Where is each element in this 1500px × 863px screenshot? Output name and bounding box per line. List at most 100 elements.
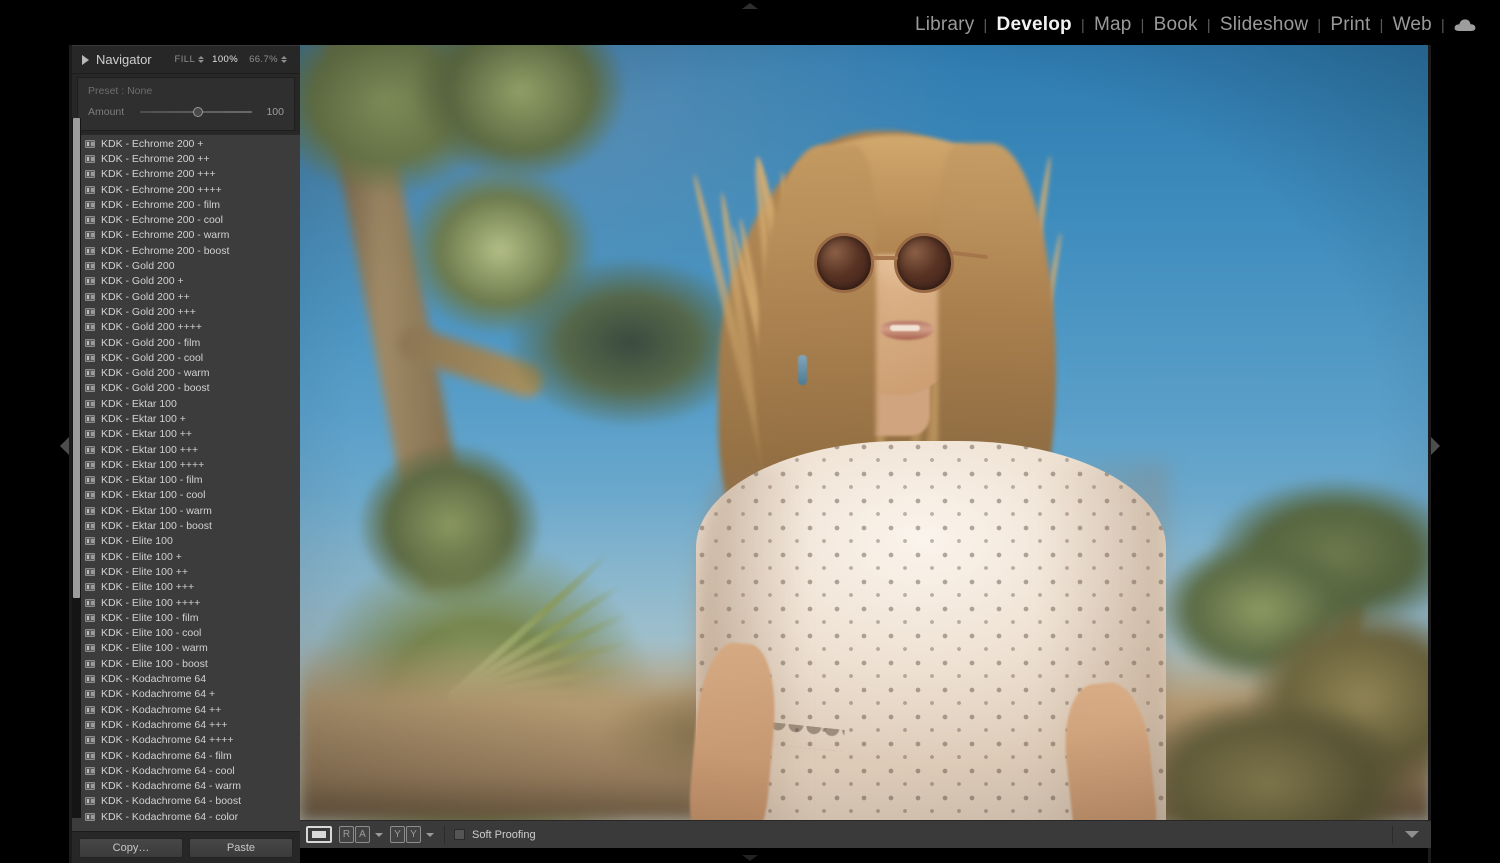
preset-item[interactable]: KDK - Elite 100 ++++ <box>72 595 300 610</box>
preset-item[interactable]: KDK - Kodachrome 64 +++ <box>72 717 300 732</box>
preset-item[interactable]: KDK - Echrome 200 - boost <box>72 243 300 258</box>
soft-proofing-label[interactable]: Soft Proofing <box>472 829 536 841</box>
preset-item[interactable]: KDK - Ektar 100 <box>72 396 300 411</box>
preset-item[interactable]: KDK - Gold 200 + <box>72 274 300 289</box>
preset-item-label: KDK - Echrome 200 +++ <box>101 168 216 180</box>
scrollbar-thumb[interactable] <box>73 118 80 598</box>
preset-item[interactable]: KDK - Echrome 200 - cool <box>72 212 300 227</box>
preset-item[interactable]: KDK - Kodachrome 64 + <box>72 687 300 702</box>
preset-item[interactable]: KDK - Echrome 200 + <box>72 136 300 151</box>
compare-view-icon: Y Y <box>390 826 421 843</box>
preset-item[interactable]: KDK - Kodachrome 64 - warm <box>72 778 300 793</box>
preset-item[interactable]: KDK - Kodachrome 64 - color <box>72 809 300 824</box>
preset-item[interactable]: KDK - Echrome 200 - warm <box>72 228 300 243</box>
before-after-caret-icon[interactable] <box>375 833 383 837</box>
preset-thumbnail-icon <box>85 461 95 469</box>
preset-item[interactable]: KDK - Echrome 200 ++ <box>72 151 300 166</box>
chevron-down-icon[interactable] <box>1405 831 1419 838</box>
module-print[interactable]: Print <box>1321 14 1379 36</box>
preset-item[interactable]: KDK - Ektar 100 ++++ <box>72 457 300 472</box>
preset-item[interactable]: KDK - Ektar 100 + <box>72 411 300 426</box>
preset-item[interactable]: KDK - Elite 100 <box>72 534 300 549</box>
amount-slider-knob[interactable] <box>193 107 203 117</box>
bottom-panel-toggle[interactable] <box>742 855 758 861</box>
module-library[interactable]: Library <box>906 14 983 36</box>
preset-item-label: KDK - Elite 100 - cool <box>101 627 201 639</box>
preset-item[interactable]: KDK - Elite 100 - boost <box>72 656 300 671</box>
preset-list-scroll: KDK - Echrome 200 +KDK - Echrome 200 ++ K… <box>72 135 300 824</box>
preset-preview-panel: Preset : None Amount 100 <box>77 77 295 131</box>
compare-view-caret-icon[interactable] <box>426 833 434 837</box>
preset-thumbnail-icon <box>85 262 95 270</box>
right-panel-collapse-arrow[interactable] <box>1431 437 1440 455</box>
preset-item[interactable]: KDK - Ektar 100 - warm <box>72 503 300 518</box>
compare-view-button[interactable]: Y Y <box>390 826 424 844</box>
preset-thumbnail-icon <box>85 507 95 515</box>
preset-item[interactable]: KDK - Elite 100 - warm <box>72 641 300 656</box>
preset-list[interactable]: KDK - Echrome 200 +KDK - Echrome 200 ++ K… <box>72 134 300 831</box>
zoom-fill-label[interactable]: FILL <box>175 54 196 65</box>
preset-item[interactable]: KDK - Gold 200 - film <box>72 335 300 350</box>
preset-item-label: KDK - Gold 200 + <box>101 275 184 287</box>
preset-item[interactable]: KDK - Gold 200 ++++ <box>72 320 300 335</box>
preset-item[interactable]: KDK - Ektar 100 - cool <box>72 488 300 503</box>
preset-item[interactable]: KDK - Kodachrome 64 <box>72 671 300 686</box>
preset-item[interactable]: KDK - Elite 100 - cool <box>72 626 300 641</box>
soft-proofing-checkbox[interactable] <box>454 829 465 840</box>
module-web[interactable]: Web <box>1384 14 1441 36</box>
preset-item[interactable]: KDK - Kodachrome 64 - cool <box>72 763 300 778</box>
preset-item[interactable]: KDK - Elite 100 - film <box>72 610 300 625</box>
preset-item[interactable]: KDK - Gold 200 - boost <box>72 381 300 396</box>
preset-thumbnail-icon <box>85 675 95 683</box>
module-book[interactable]: Book <box>1145 14 1207 36</box>
preset-item[interactable]: KDK - Kodachrome 64 - boost <box>72 794 300 809</box>
triangle-right-icon[interactable] <box>82 55 89 65</box>
preset-item[interactable]: KDK - Gold 200 - cool <box>72 350 300 365</box>
amount-value[interactable]: 100 <box>258 106 284 118</box>
module-map[interactable]: Map <box>1085 14 1141 36</box>
preset-item[interactable]: KDK - Elite 100 +++ <box>72 580 300 595</box>
navigator-header[interactable]: Navigator FILL 100% 66.7% <box>72 46 300 74</box>
zoom-ratio-label[interactable]: 66.7% <box>249 54 278 65</box>
preset-thumbnail-icon <box>85 155 95 163</box>
preset-item[interactable]: KDK - Echrome 200 ++++ <box>72 182 300 197</box>
image-preview-stage[interactable] <box>300 45 1431 820</box>
preset-item[interactable]: KDK - Gold 200 ++ <box>72 289 300 304</box>
zoom-fill-stepper-icon[interactable] <box>198 56 204 63</box>
preset-item[interactable]: KDK - Echrome 200 - film <box>72 197 300 212</box>
preset-item[interactable]: KDK - Elite 100 ++ <box>72 564 300 579</box>
preset-item[interactable]: KDK - Kodachrome 64 - film <box>72 748 300 763</box>
preset-item[interactable]: KDK - Kodachrome 64 ++ <box>72 702 300 717</box>
preset-item[interactable]: KDK - Kodachrome 64 ++++ <box>72 733 300 748</box>
navigator-title: Navigator <box>96 52 175 67</box>
preset-thumbnail-icon <box>85 277 95 285</box>
preset-thumbnail-icon <box>85 247 95 255</box>
preset-thumbnail-icon <box>85 797 95 805</box>
preset-thumbnail-icon <box>85 752 95 760</box>
zoom-100-label[interactable]: 100% <box>212 54 238 65</box>
copy-button[interactable]: Copy… <box>79 838 183 858</box>
preset-thumbnail-icon <box>85 553 95 561</box>
amount-slider[interactable] <box>140 107 252 117</box>
left-panel-scrollbar[interactable] <box>72 118 81 818</box>
preset-item[interactable]: KDK - Gold 200 <box>72 258 300 273</box>
preset-item[interactable]: KDK - Elite 100 + <box>72 549 300 564</box>
left-panel-collapse-arrow[interactable] <box>60 437 69 455</box>
preset-item-label: KDK - Ektar 100 - cool <box>101 489 205 501</box>
paste-button[interactable]: Paste <box>189 838 293 858</box>
module-slideshow[interactable]: Slideshow <box>1211 14 1317 36</box>
module-develop[interactable]: Develop <box>988 14 1081 36</box>
zoom-ratio-stepper-icon[interactable] <box>281 56 287 63</box>
preset-item[interactable]: KDK - Ektar 100 +++ <box>72 442 300 457</box>
preset-item[interactable]: KDK - Gold 200 - warm <box>72 365 300 380</box>
preset-item[interactable]: KDK - Ektar 100 - boost <box>72 518 300 533</box>
preset-thumbnail-icon <box>85 813 95 821</box>
preset-item[interactable]: KDK - Ektar 100 ++ <box>72 427 300 442</box>
before-after-button[interactable]: R A <box>339 826 373 844</box>
top-panel-toggle[interactable] <box>742 3 758 9</box>
loupe-view-button[interactable] <box>306 826 339 844</box>
preset-item[interactable]: KDK - Ektar 100 - film <box>72 473 300 488</box>
preset-item[interactable]: KDK - Gold 200 +++ <box>72 304 300 319</box>
preset-item[interactable]: KDK - Echrome 200 +++ <box>72 167 300 182</box>
cloud-icon[interactable] <box>1445 18 1480 32</box>
